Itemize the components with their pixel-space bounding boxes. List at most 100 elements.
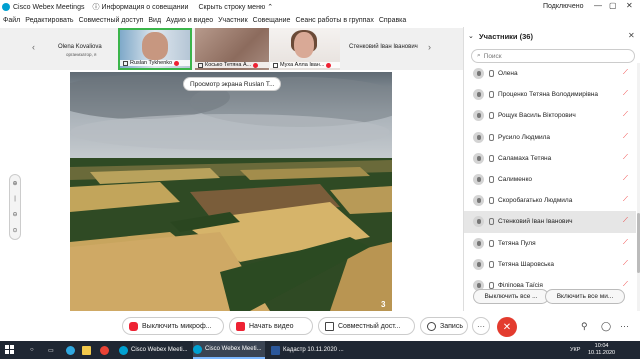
mic-icon [489, 218, 494, 226]
menu-file[interactable]: Файл [3, 17, 20, 24]
collapse-chevron-icon[interactable]: ⌄ [468, 32, 474, 40]
zoom-out-icon[interactable]: ⊖ [12, 211, 17, 218]
participant-name: Тетяна Шаровська [498, 260, 554, 268]
muted-mic-icon [174, 60, 180, 66]
participant-row[interactable]: Тетяна Пуля ⟋ [464, 233, 636, 254]
hide-menu-button[interactable]: Скрыть строку меню ⌃ [198, 3, 273, 12]
edge-icon[interactable] [66, 341, 75, 359]
menu-view[interactable]: Вид [148, 17, 161, 24]
muted-mic-icon[interactable]: ⟋ [623, 260, 628, 268]
participant-row[interactable]: Рощук Василь Вікторович ⟋ [464, 105, 636, 126]
menu-participant[interactable]: Участник [218, 17, 248, 24]
taskbar-word[interactable]: Кадастр 10.11.2020 ... [271, 341, 344, 359]
chat-icon[interactable]: ◯ [601, 321, 611, 332]
menu-help[interactable]: Справка [379, 17, 406, 24]
mic-icon [489, 133, 494, 141]
mic-icon [489, 70, 494, 77]
minimize-icon[interactable]: — [594, 1, 602, 10]
muted-mic-icon[interactable]: ⟋ [623, 281, 628, 289]
participant-row[interactable]: Салименко ⟋ [464, 169, 636, 190]
video-thumb[interactable]: Косько Тетяна А... [195, 28, 269, 70]
app-title: Cisco Webex Meetings [13, 3, 85, 11]
muted-mic-icon[interactable]: ⟋ [623, 154, 628, 162]
video-thumb[interactable]: Муха Алла Іван... [270, 28, 340, 70]
mic-icon [489, 91, 494, 99]
mic-icon [489, 197, 494, 205]
muted-mic-icon[interactable]: ⟋ [623, 90, 628, 98]
shared-screen [70, 72, 392, 311]
search-icon[interactable]: ○ [30, 341, 34, 359]
participant-name: Салименко [498, 175, 533, 183]
thumb-name: Ruslan Tykhenko [130, 60, 173, 66]
participant-photo [142, 32, 168, 60]
zoom-fit-icon[interactable]: ⊙ [12, 227, 17, 234]
participant-row[interactable]: Русило Людмила ⟋ [464, 127, 636, 148]
end-call-button[interactable]: ✕ [497, 317, 517, 337]
participants-panel: ⌄ Участники (36) ✕ ⌕ Поиск Олена ⟋ Процен… [463, 27, 640, 311]
muted-mic-icon[interactable]: ⟋ [623, 175, 628, 183]
share-button[interactable]: Совместный дост... [318, 317, 415, 335]
strip-next-icon[interactable]: › [428, 42, 431, 52]
video-thumb-active-speaker[interactable]: Ruslan Tykhenko [118, 28, 192, 70]
video-thumb[interactable]: Стенковий Іван Іванович [344, 28, 420, 70]
explorer-icon[interactable] [82, 341, 91, 359]
avatar-icon [473, 110, 484, 122]
clock-time: 10:04 [594, 343, 609, 349]
thumb-role: организатор, я [66, 52, 97, 57]
participant-row[interactable]: Олена ⟋ [464, 63, 636, 84]
avatar-icon [473, 68, 484, 79]
zoom-in-icon[interactable]: ⊕ [12, 180, 17, 187]
muted-mic-icon[interactable]: ⟋ [623, 217, 628, 225]
meeting-info-button[interactable]: ⓘ Информация о совещании [92, 2, 188, 12]
zoom-slider-icon[interactable]: | [14, 196, 16, 202]
participant-row[interactable]: Тетяна Шаровська ⟋ [464, 254, 636, 275]
taskbar-webex-1[interactable]: Cisco Webex Meeti... [119, 341, 188, 359]
video-strip: ‹ Olena Kovaliova организатор, я Ruslan … [0, 28, 463, 70]
muted-mic-icon[interactable]: ⟋ [623, 196, 628, 204]
participant-name: Стенковий Іван Іванович [498, 218, 573, 226]
close-panel-icon[interactable]: ✕ [628, 31, 635, 40]
webex-icon [193, 344, 202, 354]
strip-prev-icon[interactable]: ‹ [32, 42, 35, 52]
more-options-button[interactable]: ··· [472, 317, 490, 335]
muted-mic-icon[interactable]: ⟋ [623, 133, 628, 141]
menu-audio-video[interactable]: Аудио и видео [166, 17, 213, 24]
menu-breakout[interactable]: Сеанс работы в группах [295, 17, 373, 24]
share-view-banner[interactable]: Просмотр экрана Ruslan T... [183, 77, 282, 91]
task-view-icon[interactable]: ▭ [48, 341, 54, 359]
taskbar-clock[interactable]: 10:04 10.11.2020 [588, 343, 615, 357]
mute-button[interactable]: Выключить микроф... [122, 317, 224, 335]
clock-date: 10.11.2020 [588, 350, 616, 356]
participant-row[interactable]: Проценко Тетяна Володимирівна ⟋ [464, 84, 636, 105]
muted-mic-icon [253, 62, 259, 68]
thumb-name: Olena Kovaliova [58, 44, 102, 50]
muted-mic-icon[interactable]: ⟋ [623, 239, 628, 247]
muted-mic-icon[interactable]: ⟋ [623, 111, 628, 119]
language-indicator[interactable]: УКР [570, 347, 580, 353]
muted-mic-icon[interactable]: ⟋ [623, 69, 628, 77]
maximize-icon[interactable]: ▢ [609, 1, 617, 10]
participants-toggle-icon[interactable]: ⚲ [581, 321, 588, 332]
participant-row-selected[interactable]: Стенковий Іван Іванович ⟋ [464, 211, 636, 233]
participant-search-input[interactable]: ⌕ Поиск [471, 49, 635, 63]
mute-all-button[interactable]: Выключить все ... [473, 289, 549, 304]
start-video-button[interactable]: Начать видео [229, 317, 313, 335]
menu-meeting[interactable]: Совещание [253, 17, 291, 24]
taskbar-label: Cisco Webex Meeti... [205, 346, 262, 352]
taskbar-webex-2[interactable]: Cisco Webex Meeti... [193, 341, 265, 359]
windows-start-icon[interactable] [5, 345, 14, 354]
more-panels-icon[interactable]: ··· [620, 321, 629, 331]
video-thumb-host[interactable]: Olena Kovaliova организатор, я [44, 28, 114, 70]
record-button[interactable]: Запись [420, 317, 468, 335]
mute-label: Выключить микроф... [142, 322, 212, 330]
menu-edit[interactable]: Редактировать [25, 17, 73, 24]
chrome-icon[interactable] [100, 341, 109, 359]
unmute-all-button[interactable]: Включить все ми... [545, 289, 625, 304]
close-icon[interactable]: ✕ [626, 1, 633, 10]
participant-row[interactable]: Саламаха Тетяна ⟋ [464, 148, 636, 169]
participant-name: Філіпова Таїсія [498, 281, 543, 289]
participant-row[interactable]: Скоробагатько Людмила ⟋ [464, 190, 636, 211]
thumb-name: Муха Алла Іван... [280, 62, 325, 68]
avatar-icon [473, 258, 484, 270]
menu-share[interactable]: Совместный доступ [79, 17, 144, 24]
